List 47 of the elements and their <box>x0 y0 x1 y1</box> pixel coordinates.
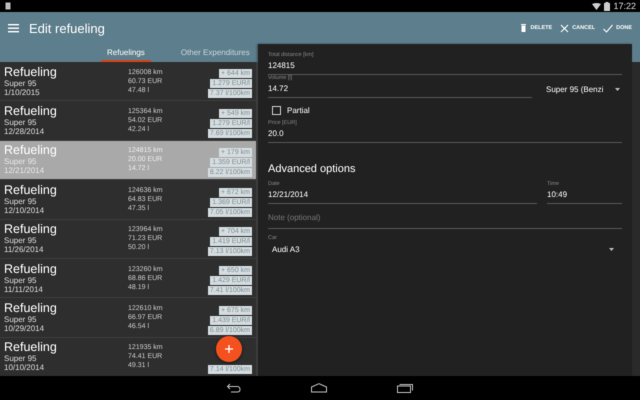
entry-title: Refueling <box>4 144 58 158</box>
entry-title: Refueling <box>4 184 58 197</box>
fuel-type: Super 95 <box>4 118 38 128</box>
entry-date: 10/10/2014 <box>4 363 46 372</box>
home-button[interactable] <box>309 381 329 395</box>
checkbox[interactable] <box>272 106 281 115</box>
menu-icon <box>8 24 19 32</box>
entry-date: 12/10/2014 <box>4 206 46 215</box>
fuel-type: Super 95 <box>4 78 36 88</box>
note-field[interactable]: Note (optional) <box>268 212 622 229</box>
entry-date: 12/28/2014 <box>4 127 46 136</box>
entry-title: Refueling <box>4 302 58 315</box>
caret-icon <box>609 248 614 251</box>
back-button[interactable] <box>225 381 243 395</box>
entry-date: 11/26/2014 <box>4 245 44 254</box>
fuel-dropdown[interactable]: Super 95 (Benzi <box>542 85 622 98</box>
fuel-type: Super 95 <box>4 196 36 206</box>
fuel-type: Super 95 <box>4 276 36 285</box>
wifi-icon <box>592 2 602 10</box>
home-icon <box>311 383 327 393</box>
entry-title: Refueling <box>4 262 58 276</box>
entry-date: 12/21/2014 <box>4 166 46 176</box>
check-icon <box>603 24 614 32</box>
fuel-type: Super 95 <box>4 236 38 246</box>
checkbox-label: Partial <box>287 106 310 115</box>
entry-date: 11/11/2014 <box>4 284 44 294</box>
fuel-type: Super 95 <box>4 157 36 166</box>
screen-title: Edit refueling <box>29 20 106 36</box>
plus-icon <box>225 345 233 353</box>
entry-title: Refueling <box>4 105 58 118</box>
entry-date: 10/29/2014 <box>4 324 46 333</box>
fuel-type: Super 95 <box>4 314 36 324</box>
image-icon <box>5 2 11 10</box>
caret-icon <box>615 88 620 91</box>
entry-title: Refueling <box>4 223 58 236</box>
entry-date: 1/10/2015 <box>4 88 41 97</box>
entry-title: Refueling <box>4 66 58 79</box>
back-icon <box>227 383 241 393</box>
trash-icon <box>520 24 528 32</box>
battery-icon <box>604 2 610 10</box>
recent-apps-icon <box>397 383 413 393</box>
section-heading: Advanced options <box>268 163 356 175</box>
recent-apps-button[interactable] <box>395 381 415 395</box>
clock-time: 17:22 <box>613 1 636 11</box>
close-icon <box>560 24 570 32</box>
fuel-type: Super 95 <box>4 354 36 364</box>
entry-title: Refueling <box>4 341 58 354</box>
